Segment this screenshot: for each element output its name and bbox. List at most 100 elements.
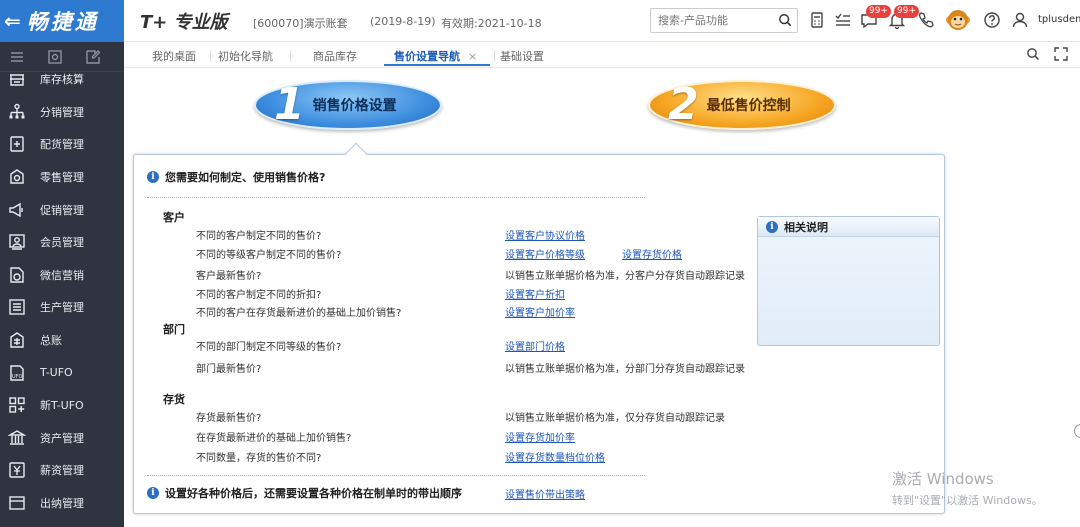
allocation-icon bbox=[10, 136, 24, 153]
ledger-icon bbox=[10, 332, 24, 348]
distribution-icon bbox=[9, 103, 25, 119]
row-question: 部门最新售价? bbox=[196, 364, 262, 375]
sidebar-item-t-ufo[interactable]: UFO T-UFO bbox=[0, 356, 124, 389]
sidebar-item-label: 配货管理 bbox=[40, 138, 84, 152]
sidebar-item-asset[interactable]: 资产管理 bbox=[0, 422, 124, 455]
account-label[interactable]: [600070]演示账套 bbox=[253, 15, 348, 31]
tab-close-icon[interactable]: × bbox=[468, 50, 477, 63]
notice-button[interactable]: 99+ bbox=[888, 5, 919, 30]
phone-icon[interactable] bbox=[917, 11, 935, 29]
period-label: (2019-8-19) bbox=[370, 15, 436, 28]
sidebar-item-label: 总账 bbox=[40, 334, 62, 348]
help-icon[interactable] bbox=[983, 11, 1001, 29]
sidebar-item-general-ledger[interactable]: 总账 bbox=[0, 324, 124, 357]
search-input[interactable] bbox=[651, 9, 771, 32]
sidebar-item-allocation[interactable]: 配货管理 bbox=[0, 128, 124, 161]
menu-icon[interactable] bbox=[9, 49, 25, 65]
inventory-price-link[interactable]: 设置存货价格 bbox=[622, 246, 682, 261]
calculator-icon[interactable] bbox=[808, 11, 826, 29]
tab-bar: 我的桌面 初始化导航 商品库存 售价设置导航 × 基础设置 bbox=[124, 42, 1080, 68]
sidebar-item-cashier[interactable]: 出纳管理 bbox=[0, 487, 124, 520]
retail-icon bbox=[10, 169, 24, 184]
asset-icon bbox=[8, 430, 26, 445]
notice-badge: 99+ bbox=[894, 5, 919, 18]
sidebar-item-wechat-marketing[interactable]: 微信营销 bbox=[0, 259, 124, 292]
sidebar-item-distribution[interactable]: 分销管理 bbox=[0, 96, 124, 129]
section-inventory: 存货 bbox=[163, 393, 185, 406]
fullscreen-icon[interactable] bbox=[1054, 47, 1068, 61]
related-notes-panel: i 相关说明 bbox=[757, 216, 940, 346]
guide-row: 部门最新售价? 以销售立账单据价格为准，分部门分存货自动跟踪记录 bbox=[134, 360, 754, 376]
edit-icon[interactable] bbox=[85, 49, 101, 65]
customer-price-level-link[interactable]: 设置客户价格等级 bbox=[505, 246, 585, 261]
member-icon bbox=[9, 234, 25, 250]
back-icon[interactable]: ⇐ bbox=[4, 9, 21, 33]
step-1-sales-price-setting[interactable]: 1 销售价格设置 bbox=[254, 80, 442, 130]
watermark-line1: 激活 Windows bbox=[892, 470, 994, 488]
sidebar-item-label: 促销管理 bbox=[40, 203, 84, 217]
task-list-icon[interactable] bbox=[834, 11, 852, 29]
price-strategy-link[interactable]: 设置售价带出策略 bbox=[505, 486, 585, 501]
row-answer: 以销售立账单据价格为准，仅分存货自动跟踪记录 bbox=[505, 413, 725, 424]
monkey-avatar-icon[interactable] bbox=[945, 7, 971, 33]
sidebar-item-retail[interactable]: 零售管理 bbox=[0, 161, 124, 194]
customer-agreement-price-link[interactable]: 设置客户协议价格 bbox=[505, 227, 585, 242]
sidebar-item-production[interactable]: 生产管理 bbox=[0, 291, 124, 324]
step-2-min-price-control[interactable]: 2 最低售价控制 bbox=[648, 80, 836, 130]
promotion-icon bbox=[9, 202, 23, 217]
sidebar-item-label: 微信营销 bbox=[40, 268, 84, 282]
row-question: 不同的客户制定不同的折扣? bbox=[196, 290, 322, 301]
new-ufo-icon bbox=[9, 397, 25, 413]
salary-icon bbox=[9, 462, 25, 479]
step-label: 销售价格设置 bbox=[312, 98, 397, 114]
ufo-icon: UFO bbox=[10, 364, 24, 381]
tab-price-setting-navigation[interactable]: 售价设置导航 × bbox=[394, 48, 477, 64]
main-content: 1 销售价格设置 2 最低售价控制 i 您需要如何制定、使用销售价格? 客户 不… bbox=[124, 68, 1080, 527]
guide-row: 客户最新售价? 以销售立账单据价格为准，分客户分存货自动跟踪记录 bbox=[134, 267, 754, 283]
favorites-icon[interactable] bbox=[47, 49, 63, 65]
sidebar-item-new-t-ufo[interactable]: 新T-UFO bbox=[0, 389, 124, 422]
user-name[interactable]: tplusdem bbox=[1038, 14, 1080, 25]
section-department: 部门 bbox=[163, 323, 185, 336]
tab-divider bbox=[494, 50, 495, 62]
row-question: 不同的客户在存货最新进价的基础上加价销售? bbox=[196, 308, 402, 319]
sidebar-item-salary[interactable]: 薪资管理 bbox=[0, 454, 124, 487]
info-icon: i bbox=[766, 220, 778, 233]
sidebar-item-label: T-UFO bbox=[40, 366, 73, 380]
row-question: 在存货最新进价的基础上加价销售? bbox=[196, 433, 352, 444]
sidebar: 库存核算 分销管理 配货管理 零售管理 促销管理 会员管理 微信营销 生产管理 bbox=[0, 42, 124, 527]
sidebar-item-label: 薪资管理 bbox=[40, 464, 84, 478]
brand-bar[interactable]: ⇐ 畅捷通 bbox=[0, 0, 124, 42]
tab-init-navigation[interactable]: 初始化导航 bbox=[218, 48, 273, 64]
search-box[interactable] bbox=[650, 8, 798, 33]
user-icon[interactable] bbox=[1011, 11, 1029, 29]
tab-label: 售价设置导航 bbox=[394, 50, 460, 63]
guide-row: 不同的客户在存货最新进价的基础上加价销售? 设置客户加价率 bbox=[134, 304, 754, 320]
inventory-markup-link[interactable]: 设置存货加价率 bbox=[505, 429, 575, 444]
active-tab-indicator bbox=[384, 64, 490, 66]
sidebar-item-label: 零售管理 bbox=[40, 171, 84, 185]
message-button[interactable]: 99+ bbox=[860, 5, 891, 29]
wechat-icon bbox=[10, 267, 24, 283]
production-icon bbox=[9, 299, 25, 316]
sidebar-item-promotion[interactable]: 促销管理 bbox=[0, 193, 124, 226]
tab-my-desktop[interactable]: 我的桌面 bbox=[152, 48, 196, 64]
sidebar-toolbar bbox=[0, 42, 124, 72]
sidebar-item-member[interactable]: 会员管理 bbox=[0, 226, 124, 259]
tab-goods-inventory[interactable]: 商品库存 bbox=[313, 48, 357, 64]
cashier-icon bbox=[9, 496, 25, 510]
tab-divider bbox=[290, 50, 291, 62]
department-price-link[interactable]: 设置部门价格 bbox=[505, 338, 565, 353]
search-icon[interactable] bbox=[778, 13, 792, 27]
guide-row: 不同的部门制定不同等级的售价? 设置部门价格 bbox=[134, 338, 754, 354]
inventory-quantity-tier-price-link[interactable]: 设置存货数量档位价格 bbox=[505, 449, 605, 464]
sidebar-item-label: 生产管理 bbox=[40, 301, 84, 315]
tab-basic-settings[interactable]: 基础设置 bbox=[500, 48, 544, 64]
info-icon: i bbox=[147, 487, 159, 499]
row-question: 客户最新售价? bbox=[196, 271, 262, 282]
related-notes-title: 相关说明 bbox=[784, 220, 828, 234]
customer-markup-link[interactable]: 设置客户加价率 bbox=[505, 304, 575, 319]
sidebar-item-label: 出纳管理 bbox=[40, 497, 84, 511]
customer-discount-link[interactable]: 设置客户折扣 bbox=[505, 286, 565, 301]
tab-search-icon[interactable] bbox=[1026, 47, 1040, 61]
